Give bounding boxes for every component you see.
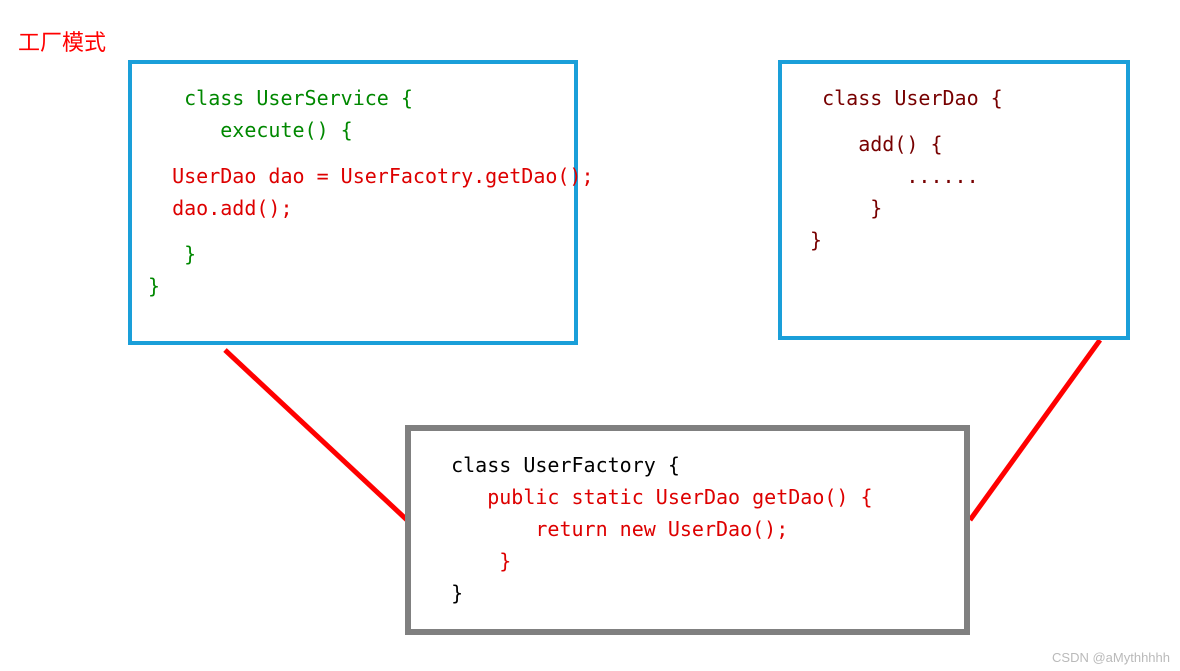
code-line: class UserFactory { xyxy=(427,449,948,481)
code-line: } xyxy=(427,545,948,577)
code-line: class UserDao { xyxy=(798,82,1110,114)
spacer xyxy=(148,224,558,238)
code-line: public static UserDao getDao() { xyxy=(427,481,948,513)
code-line: class UserService { xyxy=(148,82,558,114)
code-line: UserDao dao = UserFacotry.getDao(); xyxy=(148,160,558,192)
code-line: } xyxy=(148,270,558,302)
diagram-title: 工厂模式 xyxy=(18,25,106,57)
code-line: return new UserDao(); xyxy=(427,513,948,545)
code-line: ...... xyxy=(798,160,1110,192)
code-line: dao.add(); xyxy=(148,192,558,224)
userservice-box: class UserService { execute() { UserDao … xyxy=(128,60,578,345)
code-line: } xyxy=(798,192,1110,224)
code-line: } xyxy=(427,577,948,609)
userdao-box: class UserDao { add() { ...... } } xyxy=(778,60,1130,340)
code-line: } xyxy=(798,224,1110,256)
code-line: execute() { xyxy=(148,114,558,146)
code-line: } xyxy=(148,238,558,270)
attribution-text: CSDN @aMythhhhh xyxy=(1052,650,1170,665)
code-line: add() { xyxy=(798,128,1110,160)
spacer xyxy=(148,146,558,160)
spacer xyxy=(798,114,1110,128)
userfactory-box: class UserFactory { public static UserDa… xyxy=(405,425,970,635)
